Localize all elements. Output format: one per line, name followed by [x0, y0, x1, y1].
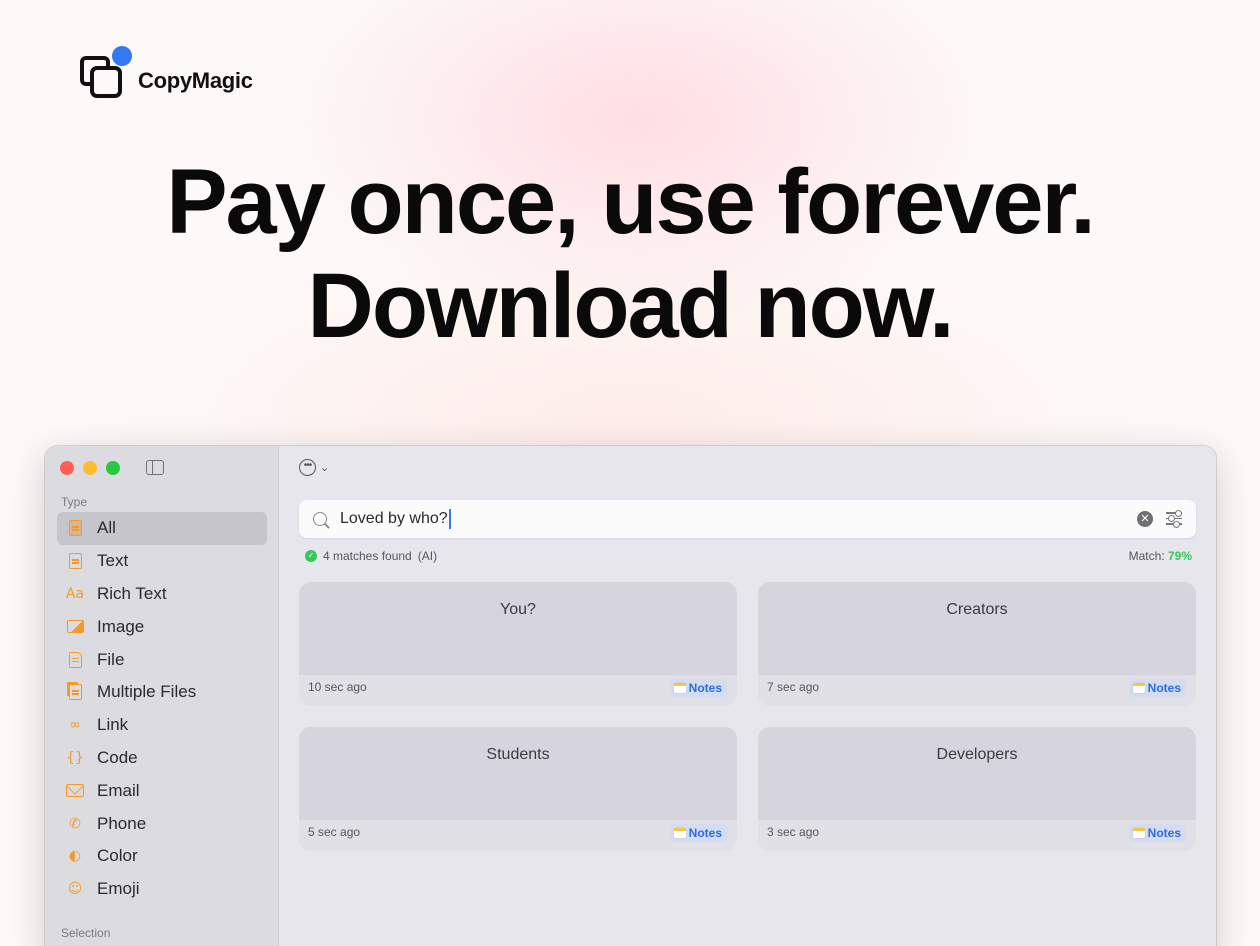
- source-label: Notes: [1147, 826, 1181, 840]
- source-label: Notes: [688, 826, 722, 840]
- results-grid: You? 10 sec ago Notes Creators 7 sec ago…: [299, 582, 1196, 851]
- notes-app-icon: [1132, 828, 1145, 838]
- notes-app-icon: [673, 828, 686, 838]
- sidebar-item-emoji[interactable]: ☺ Emoji: [57, 873, 267, 906]
- notes-app-icon: [673, 683, 686, 693]
- app-window: Type All Text Aa Rich Text Image File Mu…: [45, 446, 1216, 946]
- search-status: ✓ 4 matches found (AI): [305, 549, 437, 563]
- card-timestamp: 5 sec ago: [308, 825, 361, 839]
- sidebar-item-color[interactable]: ◐ Color: [57, 840, 267, 873]
- brand-name: CopyMagic: [138, 68, 253, 93]
- result-card[interactable]: Creators 7 sec ago Notes: [758, 582, 1196, 706]
- sidebar: Type All Text Aa Rich Text Image File Mu…: [45, 446, 279, 946]
- brand: CopyMagic: [78, 46, 253, 100]
- source-app-badge: Notes: [669, 679, 727, 697]
- source-app-badge: Notes: [1128, 679, 1186, 697]
- card-title: You?: [299, 582, 737, 675]
- code-icon: {}: [66, 749, 84, 766]
- search-mode: (AI): [417, 549, 438, 563]
- image-icon: [66, 618, 84, 636]
- sidebar-item-label: Multiple Files: [97, 682, 197, 702]
- ellipsis-circle-icon: •••: [299, 459, 316, 476]
- sidebar-item-label: Rich Text: [97, 583, 167, 603]
- card-timestamp: 3 sec ago: [767, 825, 820, 839]
- sidebar-item-label: Code: [97, 747, 138, 767]
- email-icon: [66, 782, 84, 800]
- multiple-files-icon: [66, 683, 84, 701]
- headline: Pay once, use forever. Download now.: [0, 150, 1260, 358]
- copymagic-logo-icon: [78, 46, 132, 100]
- type-section-label: Type: [61, 495, 88, 509]
- sidebar-item-email[interactable]: Email: [57, 774, 267, 807]
- result-card[interactable]: Students 5 sec ago Notes: [299, 727, 737, 851]
- source-app-badge: Notes: [669, 824, 727, 842]
- file-icon: [66, 651, 84, 669]
- checkmark-circle-icon: ✓: [305, 550, 317, 562]
- notes-app-icon: [1132, 683, 1145, 693]
- more-menu-button[interactable]: ••• ⌄: [299, 459, 329, 476]
- search-bar[interactable]: Loved by who? ✕: [299, 500, 1196, 538]
- result-card[interactable]: You? 10 sec ago Notes: [299, 582, 737, 706]
- main-pane: ••• ⌄ Loved by who? ✕ ✓ 4 matches found …: [279, 446, 1216, 946]
- sidebar-item-label: Color: [97, 846, 138, 866]
- phone-icon: ✆: [69, 815, 81, 832]
- minimize-window-button[interactable]: [83, 461, 97, 475]
- match-score: Match: 79%: [1129, 549, 1192, 563]
- close-window-button[interactable]: [60, 461, 74, 475]
- sidebar-item-label: Email: [97, 780, 140, 800]
- sidebar-item-label: Text: [97, 551, 129, 571]
- card-title: Students: [299, 727, 737, 820]
- source-label: Notes: [688, 681, 722, 695]
- sidebar-item-phone[interactable]: ✆ Phone: [57, 807, 267, 840]
- match-value: 79%: [1167, 549, 1192, 563]
- source-app-badge: Notes: [1128, 824, 1186, 842]
- window-controls: [60, 461, 120, 475]
- sidebar-item-label: All: [97, 518, 116, 538]
- result-card[interactable]: Developers 3 sec ago Notes: [758, 727, 1196, 851]
- sidebar-item-code[interactable]: {} Code: [57, 742, 267, 775]
- selection-section-label: Selection: [61, 926, 111, 940]
- sidebar-item-label: Emoji: [97, 879, 140, 899]
- sidebar-toggle-icon[interactable]: [146, 460, 164, 475]
- sidebar-item-label: Image: [97, 616, 145, 636]
- all-icon: [66, 519, 84, 537]
- card-timestamp: 10 sec ago: [308, 680, 367, 694]
- search-icon: [313, 512, 327, 526]
- sidebar-item-image[interactable]: Image: [57, 610, 267, 643]
- search-input[interactable]: Loved by who?: [340, 509, 451, 529]
- sidebar-item-text[interactable]: Text: [57, 545, 267, 578]
- filter-sliders-icon[interactable]: [1166, 510, 1182, 527]
- sidebar-item-label: Link: [97, 715, 129, 735]
- text-icon: [66, 552, 84, 570]
- emoji-icon: ☺: [67, 881, 83, 898]
- rich-text-icon: Aa: [65, 585, 85, 602]
- sidebar-item-rich-text[interactable]: Aa Rich Text: [57, 578, 267, 611]
- clear-search-icon[interactable]: ✕: [1137, 511, 1153, 527]
- type-nav: All Text Aa Rich Text Image File Multipl…: [57, 512, 267, 906]
- sidebar-item-label: Phone: [97, 813, 147, 833]
- card-timestamp: 7 sec ago: [767, 680, 820, 694]
- sidebar-item-file[interactable]: File: [57, 643, 267, 676]
- sidebar-item-link[interactable]: ∞ Link: [57, 709, 267, 742]
- source-label: Notes: [1147, 681, 1181, 695]
- match-label: Match:: [1128, 549, 1165, 563]
- headline-line-2: Download now.: [307, 255, 954, 357]
- sidebar-item-all[interactable]: All: [57, 512, 267, 545]
- color-icon: ◐: [68, 848, 82, 865]
- zoom-window-button[interactable]: [106, 461, 120, 475]
- sidebar-item-multiple-files[interactable]: Multiple Files: [57, 676, 267, 709]
- card-title: Developers: [758, 727, 1196, 820]
- link-icon: ∞: [69, 717, 81, 734]
- matches-count: 4 matches found: [323, 549, 412, 563]
- headline-line-1: Pay once, use forever.: [166, 151, 1096, 253]
- sidebar-item-label: File: [97, 649, 125, 669]
- card-title: Creators: [758, 582, 1196, 675]
- chevron-down-icon: ⌄: [320, 462, 330, 474]
